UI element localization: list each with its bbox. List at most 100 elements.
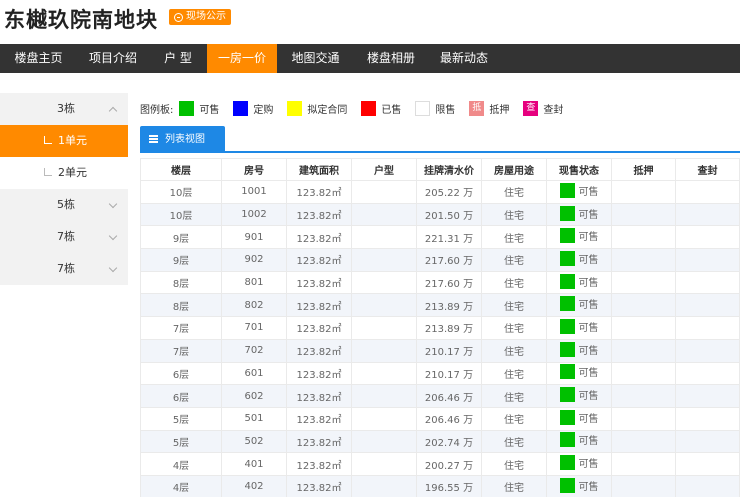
cell-mortgage bbox=[611, 338, 676, 363]
cell-price: 196.55 万 bbox=[416, 474, 482, 497]
cell-seized bbox=[675, 452, 740, 476]
cell-price: 206.46 万 bbox=[416, 384, 482, 408]
table-header-row: 楼层 房号 建筑面积 户型 挂牌清水价 房屋用途 现售状态 抵押 查封 bbox=[140, 158, 740, 181]
cell-mortgage bbox=[611, 202, 676, 227]
cell-status: 可售 bbox=[546, 429, 612, 454]
cell-layout bbox=[351, 180, 417, 204]
status-swatch bbox=[559, 364, 575, 380]
cell-mortgage bbox=[611, 248, 676, 272]
cell-price: 202.74 万 bbox=[416, 429, 482, 454]
cell-use: 住宅 bbox=[481, 248, 547, 272]
sidebar-building-7b[interactable]: 7栋 bbox=[0, 253, 128, 285]
cell-use: 住宅 bbox=[481, 406, 547, 431]
cell-use: 住宅 bbox=[481, 316, 547, 340]
legend-item-sold: 已售 bbox=[361, 100, 401, 116]
mortgage-icon: 抵 bbox=[469, 100, 485, 116]
cell-room: 502 bbox=[221, 429, 287, 454]
nav-item-layout[interactable]: 户 型 bbox=[149, 44, 207, 73]
legend-item-mortgage: 抵 抵押 bbox=[469, 100, 509, 116]
status-swatch bbox=[559, 477, 575, 493]
tab-list-view[interactable]: 列表视图 bbox=[140, 126, 225, 153]
cell-use: 住宅 bbox=[481, 202, 547, 227]
cell-use: 住宅 bbox=[481, 474, 547, 497]
cell-use: 住宅 bbox=[481, 293, 547, 318]
table-row[interactable]: 9层 901 123.82㎡ 221.31 万住宅 可售 bbox=[140, 225, 740, 250]
legend-item-restricted: 限售 bbox=[415, 100, 455, 116]
table-row[interactable]: 4层 402 123.82㎡ 196.55 万住宅 可售 bbox=[140, 474, 740, 497]
table-row[interactable]: 4层 401 123.82㎡ 200.27 万住宅 可售 bbox=[140, 452, 740, 476]
cell-floor: 6层 bbox=[140, 361, 222, 386]
cell-use: 住宅 bbox=[481, 225, 547, 250]
cell-room: 1002 bbox=[221, 202, 287, 227]
sidebar-building-3[interactable]: 3栋 bbox=[0, 93, 128, 125]
table-row[interactable]: 7层 701 123.82㎡ 213.89 万住宅 可售 bbox=[140, 316, 740, 340]
status-swatch bbox=[559, 409, 575, 425]
cell-layout bbox=[351, 225, 417, 250]
sidebar-building-5[interactable]: 5栋 bbox=[0, 189, 128, 221]
cell-floor: 7层 bbox=[140, 338, 222, 363]
cell-use: 住宅 bbox=[481, 384, 547, 408]
sidebar-building-7[interactable]: 7栋 bbox=[0, 221, 128, 253]
sidebar-unit-1[interactable]: 1单元 bbox=[0, 125, 128, 157]
cell-status: 可售 bbox=[546, 406, 612, 431]
status-label: 可售 bbox=[578, 459, 599, 471]
table-body: 10层 1001 123.82㎡ 205.22 万住宅 可售 10层 1002 123.82㎡… bbox=[140, 180, 740, 497]
cell-seized bbox=[675, 293, 740, 318]
sidebar-building-label: 5栋 bbox=[57, 198, 75, 211]
cell-seized bbox=[675, 474, 740, 497]
cell-room: 402 bbox=[221, 474, 287, 497]
table-row[interactable]: 6层 601 123.82㎡ 210.17 万住宅 可售 bbox=[140, 361, 740, 386]
cell-room: 701 bbox=[221, 316, 287, 340]
cell-layout bbox=[351, 248, 417, 272]
nav-item-album[interactable]: 楼盘相册 bbox=[354, 44, 428, 73]
cell-area: 123.82㎡ bbox=[286, 316, 352, 340]
cell-seized bbox=[675, 270, 740, 295]
cell-area: 123.82㎡ bbox=[286, 225, 352, 250]
nav-item-map[interactable]: 地图交通 bbox=[277, 44, 354, 73]
cell-room: 1001 bbox=[221, 180, 287, 204]
cell-seized bbox=[675, 361, 740, 386]
status-label: 可售 bbox=[578, 300, 599, 312]
table-row[interactable]: 10层 1001 123.82㎡ 205.22 万住宅 可售 bbox=[140, 180, 740, 204]
cell-use: 住宅 bbox=[481, 452, 547, 476]
col-header-use: 房屋用途 bbox=[481, 158, 547, 181]
cell-layout bbox=[351, 338, 417, 363]
col-header-floor: 楼层 bbox=[140, 158, 222, 181]
table-row[interactable]: 8层 801 123.82㎡ 217.60 万住宅 可售 bbox=[140, 270, 740, 295]
cell-mortgage bbox=[611, 384, 676, 408]
cell-seized bbox=[675, 248, 740, 272]
cell-floor: 8层 bbox=[140, 270, 222, 295]
cell-status: 可售 bbox=[546, 270, 612, 295]
nav-item-news[interactable]: 最新动态 bbox=[428, 44, 500, 73]
status-label: 可售 bbox=[578, 413, 599, 425]
cell-room: 902 bbox=[221, 248, 287, 272]
cell-seized bbox=[675, 406, 740, 431]
cell-price: 201.50 万 bbox=[416, 202, 482, 227]
cell-floor: 10层 bbox=[140, 202, 222, 227]
col-header-seized: 查封 bbox=[675, 158, 740, 181]
table-row[interactable]: 7层 702 123.82㎡ 210.17 万住宅 可售 bbox=[140, 338, 740, 363]
cell-area: 123.82㎡ bbox=[286, 361, 352, 386]
table-row[interactable]: 8层 802 123.82㎡ 213.89 万住宅 可售 bbox=[140, 293, 740, 318]
table-row[interactable]: 6层 602 123.82㎡ 206.46 万住宅 可售 bbox=[140, 384, 740, 408]
cell-area: 123.82㎡ bbox=[286, 384, 352, 408]
chevron-down-icon bbox=[108, 199, 118, 209]
nav-item-price-list[interactable]: 一房一价 bbox=[207, 44, 277, 73]
cell-area: 123.82㎡ bbox=[286, 270, 352, 295]
cell-floor: 10层 bbox=[140, 180, 222, 204]
notice-badge[interactable]: 现场公示 bbox=[169, 9, 231, 25]
table-row[interactable]: 5层 501 123.82㎡ 206.46 万住宅 可售 bbox=[140, 406, 740, 431]
legend-label: 查封 bbox=[543, 104, 564, 116]
main-nav: 楼盘主页 项目介绍 户 型 一房一价 地图交通 楼盘相册 最新动态 bbox=[0, 44, 740, 73]
table-row[interactable]: 9层 902 123.82㎡ 217.60 万住宅 可售 bbox=[140, 248, 740, 272]
table-row[interactable]: 10层 1002 123.82㎡ 201.50 万住宅 可售 bbox=[140, 202, 740, 227]
sidebar-unit-2[interactable]: 2单元 bbox=[0, 157, 128, 189]
nav-item-project[interactable]: 项目介绍 bbox=[77, 44, 149, 73]
col-header-room: 房号 bbox=[221, 158, 287, 181]
cell-price: 206.46 万 bbox=[416, 406, 482, 431]
tree-branch-icon bbox=[44, 168, 52, 176]
nav-item-home[interactable]: 楼盘主页 bbox=[0, 44, 77, 73]
table-row[interactable]: 5层 502 123.82㎡ 202.74 万住宅 可售 bbox=[140, 429, 740, 454]
list-icon bbox=[149, 135, 158, 143]
status-swatch bbox=[559, 455, 575, 471]
